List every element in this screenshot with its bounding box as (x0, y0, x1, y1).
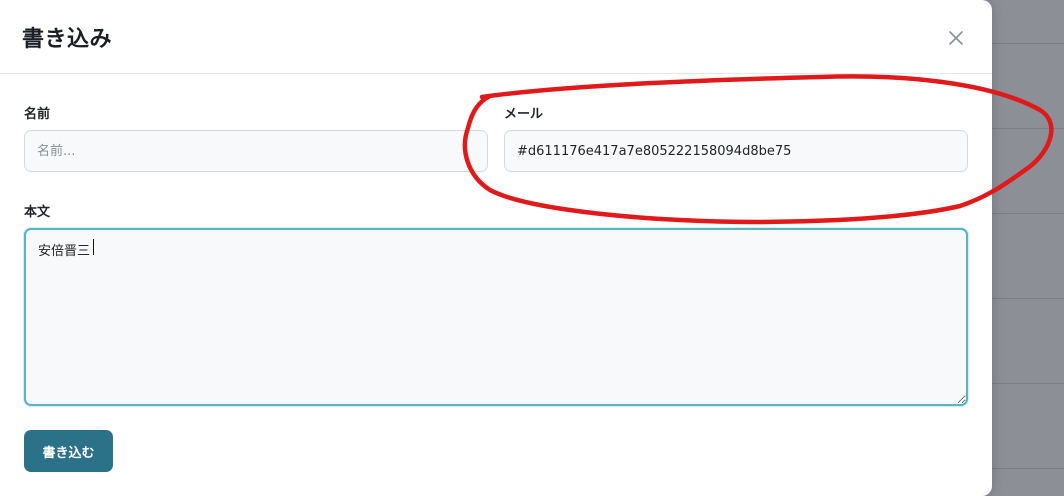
background-divider (990, 43, 1064, 44)
close-button[interactable] (940, 22, 972, 54)
background-divider (990, 383, 1064, 384)
body-label: 本文 (24, 205, 51, 220)
modal-header: 書き込み (0, 0, 992, 74)
email-input[interactable] (504, 130, 968, 172)
name-input[interactable] (24, 130, 488, 172)
body-textarea[interactable]: 安倍晋三 (24, 228, 968, 406)
background-page (990, 0, 1064, 496)
text-caret (93, 239, 94, 255)
email-label: メール (504, 107, 544, 122)
background-divider (990, 298, 1064, 299)
background-divider (990, 128, 1064, 129)
background-divider (990, 468, 1064, 469)
submit-button[interactable]: 書き込む (24, 430, 113, 472)
close-icon (949, 31, 963, 45)
name-label: 名前 (24, 107, 51, 122)
background-divider (990, 213, 1064, 214)
modal-title: 書き込み (22, 27, 113, 52)
post-modal: 書き込み 名前 メール 本文 安倍晋三 書き込む (0, 0, 992, 496)
